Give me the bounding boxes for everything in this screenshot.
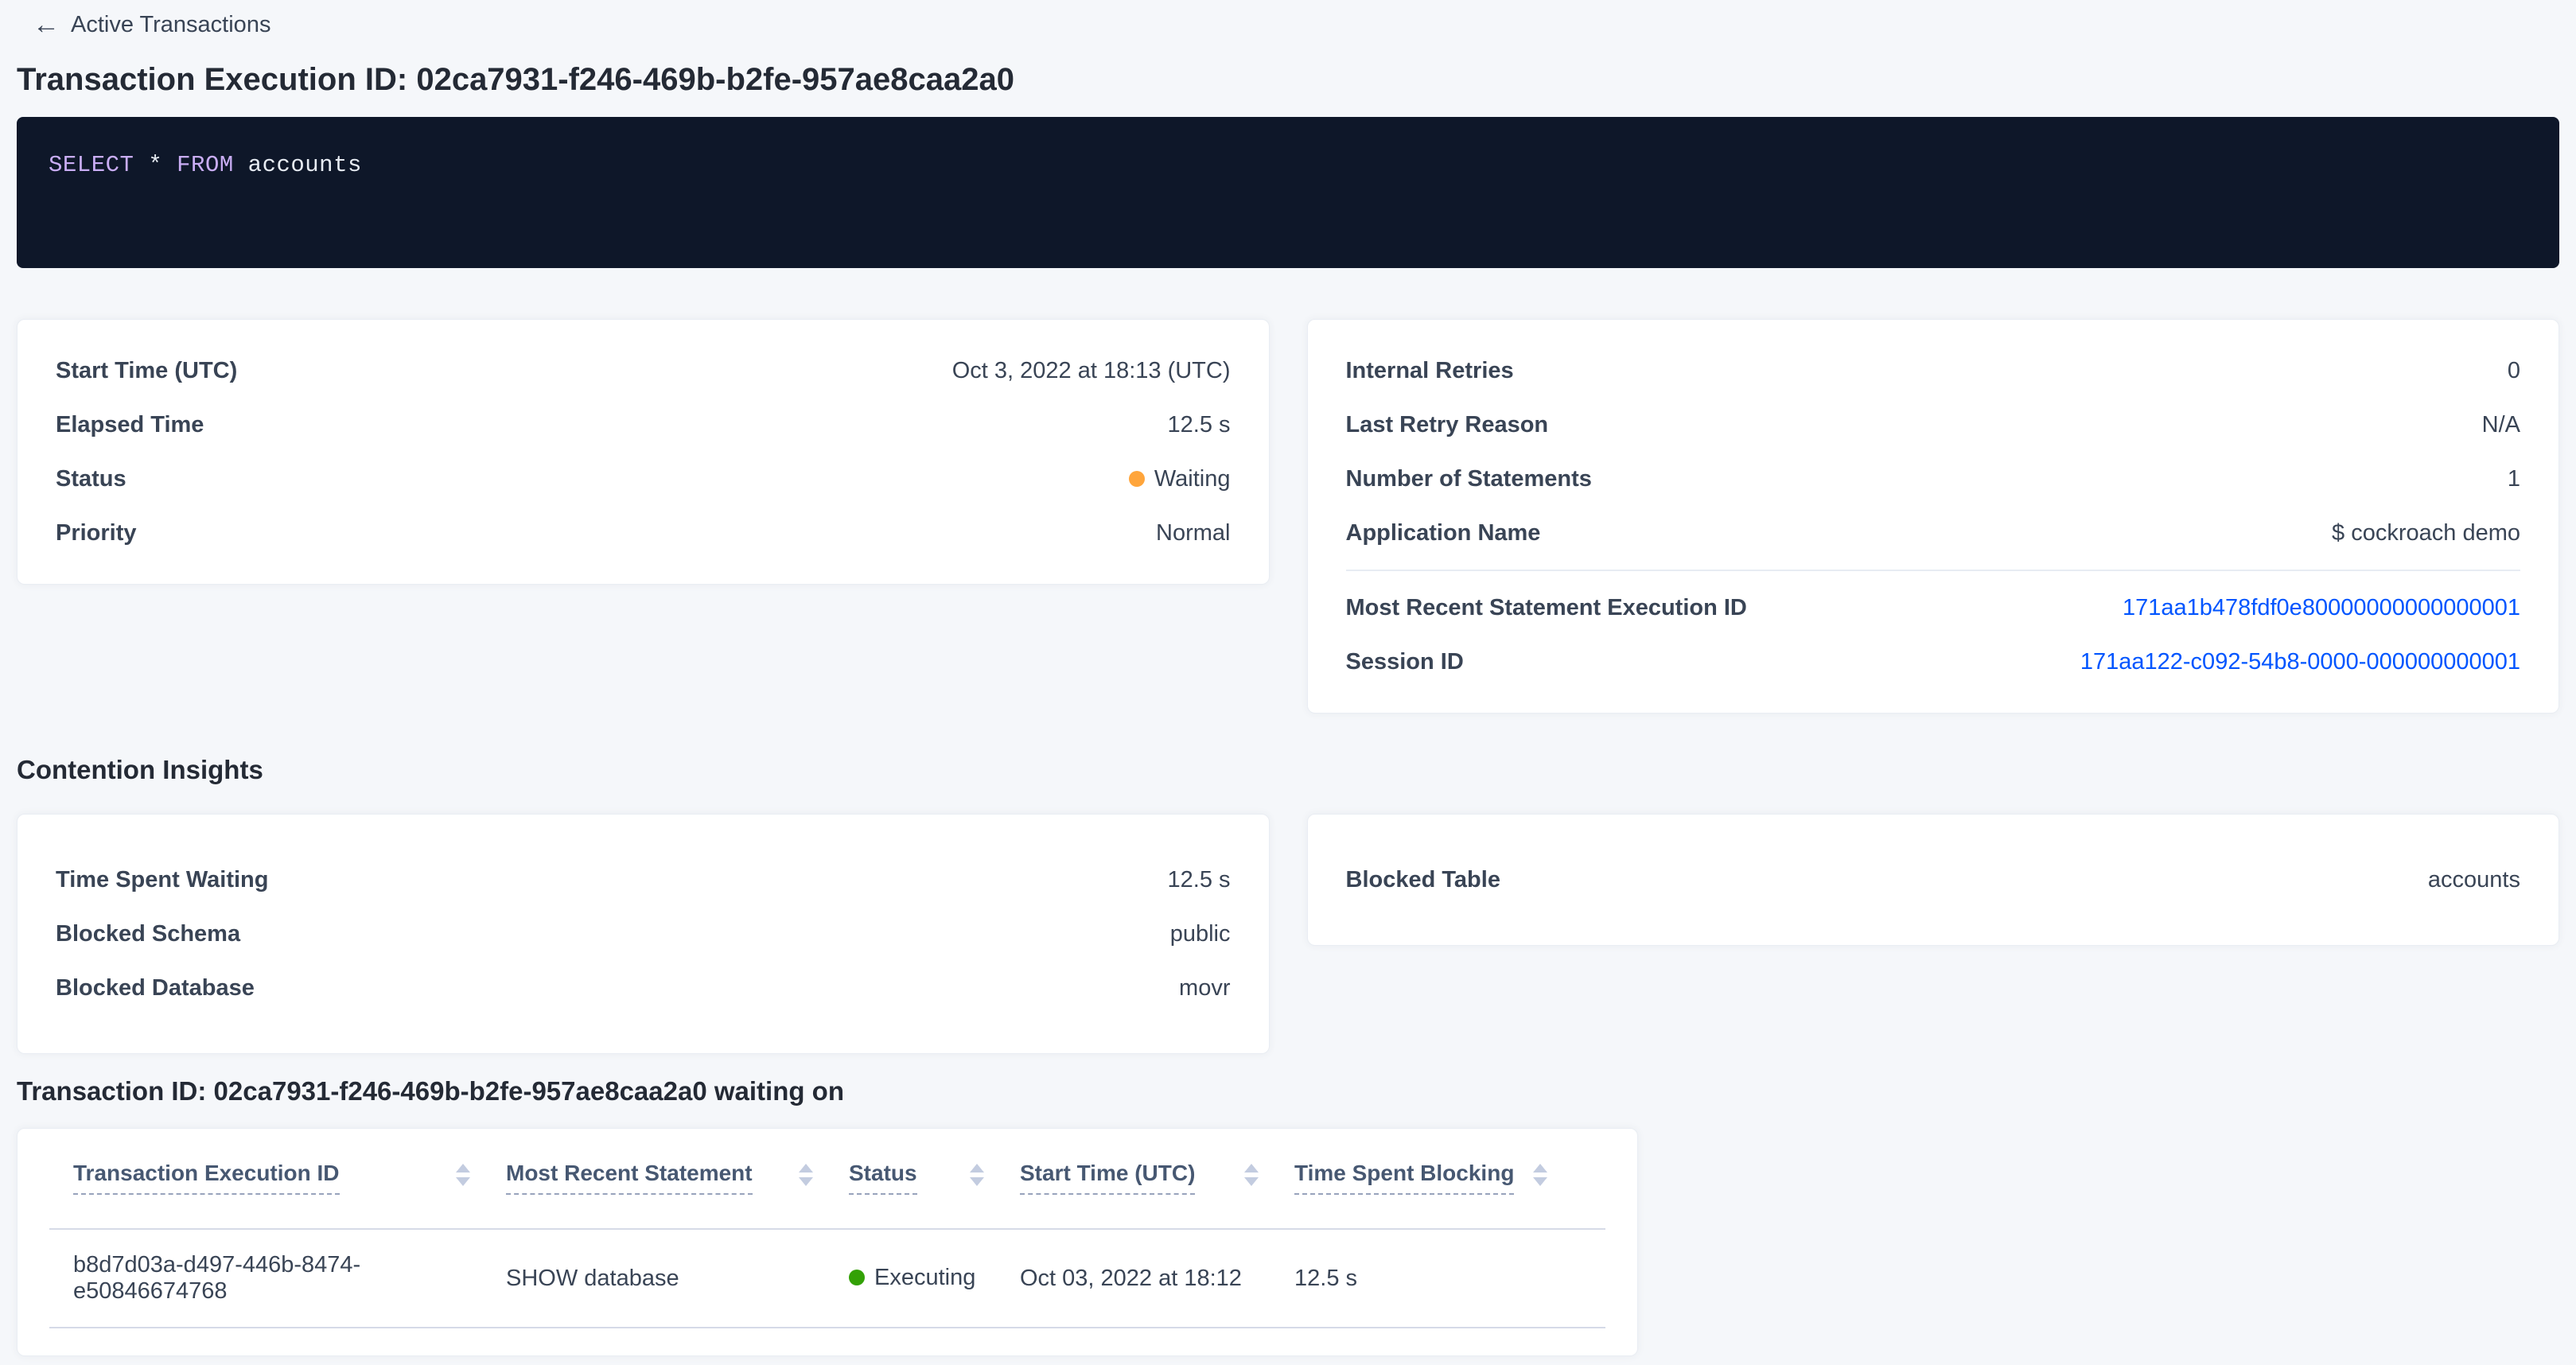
contention-insights-heading: Contention Insights: [17, 755, 2559, 785]
session-id-row: Session ID 171aa122-c092-54b8-0000-00000…: [1308, 635, 2559, 689]
transaction-details-card: Internal Retries 0 Last Retry Reason N/A…: [1307, 319, 2560, 714]
sql-star-operator: *: [148, 152, 162, 178]
column-header-most-recent-statement: Most Recent Statement: [506, 1161, 849, 1195]
transaction-overview-card: Start Time (UTC) Oct 3, 2022 at 18:13 (U…: [17, 319, 1270, 585]
cell-time-spent-blocking: 12.5 s: [1294, 1266, 1583, 1292]
cell-start-time: Oct 03, 2022 at 18:12: [1020, 1266, 1294, 1292]
blocked-database-row: Blocked Database movr: [18, 961, 1269, 1015]
last-retry-reason-row: Last Retry Reason N/A: [1308, 398, 2559, 452]
blocked-database-value: movr: [1179, 975, 1230, 1001]
application-name-row: Application Name $ cockroach demo: [1308, 506, 2559, 560]
column-header-start-time: Start Time (UTC): [1020, 1161, 1294, 1195]
column-header-transaction-execution-id: Transaction Execution ID: [49, 1161, 506, 1195]
page-title: Transaction Execution ID: 02ca7931-f246-…: [17, 62, 2559, 98]
card-divider: [1346, 570, 2521, 571]
sql-keyword-select: SELECT: [49, 152, 134, 178]
internal-retries-label: Internal Retries: [1346, 358, 1514, 384]
time-spent-waiting-label: Time Spent Waiting: [56, 867, 268, 893]
blocked-table-label: Blocked Table: [1346, 867, 1500, 893]
number-of-statements-label: Number of Statements: [1346, 466, 1592, 492]
statement-execution-id-row: Most Recent Statement Execution ID 171aa…: [1308, 581, 2559, 635]
start-time-value: Oct 3, 2022 at 18:13 (UTC): [952, 358, 1231, 384]
waiting-transactions-table: Transaction Execution ID Most Recent Sta…: [49, 1129, 1605, 1328]
session-id-link[interactable]: 171aa122-c092-54b8-0000-000000000001: [2080, 649, 2520, 675]
internal-retries-value: 0: [2508, 358, 2520, 384]
elapsed-time-value: 12.5 s: [1168, 412, 1231, 438]
last-retry-reason-label: Last Retry Reason: [1346, 412, 1549, 438]
status-label: Status: [56, 466, 126, 492]
blocked-schema-label: Blocked Schema: [56, 921, 240, 947]
elapsed-time-label: Elapsed Time: [56, 412, 204, 438]
blocked-table-value: accounts: [2428, 867, 2520, 893]
arrow-left-icon: ←: [33, 11, 60, 38]
table-row: b8d7d03a-d497-446b-8474-e50846674768 SHO…: [49, 1230, 1605, 1328]
sort-arrows-icon[interactable]: [1533, 1164, 1547, 1186]
column-header-time-spent-blocking: Time Spent Blocking: [1294, 1161, 1583, 1195]
status-row: Status Waiting: [18, 452, 1269, 506]
elapsed-time-row: Elapsed Time 12.5 s: [18, 398, 1269, 452]
cell-status: Executing: [849, 1265, 1020, 1293]
internal-retries-row: Internal Retries 0: [1308, 344, 2559, 398]
executing-status-dot-icon: [849, 1270, 865, 1285]
blocked-schema-row: Blocked Schema public: [18, 907, 1269, 961]
column-label: Time Spent Blocking: [1294, 1161, 1514, 1195]
transaction-details-page: ← Active Transactions Transaction Execut…: [0, 0, 2576, 1356]
waiting-on-heading: Transaction ID: 02ca7931-f246-469b-b2fe-…: [17, 1076, 2559, 1106]
time-spent-waiting-value: 12.5 s: [1168, 867, 1231, 893]
cell-most-recent-statement: SHOW database: [506, 1266, 849, 1292]
column-header-status: Status: [849, 1161, 1020, 1195]
column-label: Transaction Execution ID: [73, 1161, 340, 1195]
back-link-active-transactions[interactable]: ← Active Transactions: [33, 0, 270, 38]
priority-label: Priority: [56, 520, 137, 546]
sort-arrows-icon[interactable]: [970, 1164, 984, 1186]
start-time-row: Start Time (UTC) Oct 3, 2022 at 18:13 (U…: [18, 344, 1269, 398]
status-text: Waiting: [1154, 466, 1231, 492]
blocked-table-row: Blocked Table accounts: [1308, 853, 2559, 907]
time-spent-waiting-row: Time Spent Waiting 12.5 s: [18, 853, 1269, 907]
sort-arrows-icon[interactable]: [456, 1164, 470, 1186]
back-link-label: Active Transactions: [71, 12, 270, 38]
cell-transaction-execution-id: b8d7d03a-d497-446b-8474-e50846674768: [49, 1252, 506, 1305]
status-text: Executing: [874, 1265, 975, 1291]
sql-statement-box: SELECT * FROM accounts: [17, 117, 2559, 268]
blocked-database-label: Blocked Database: [56, 975, 255, 1001]
column-label: Start Time (UTC): [1020, 1161, 1195, 1195]
number-of-statements-value: 1: [2508, 466, 2520, 492]
column-label: Most Recent Statement: [506, 1161, 753, 1195]
session-id-label: Session ID: [1346, 649, 1464, 675]
application-name-value: $ cockroach demo: [2332, 520, 2520, 546]
sort-arrows-icon[interactable]: [1244, 1164, 1259, 1186]
priority-value: Normal: [1156, 520, 1230, 546]
last-retry-reason-value: N/A: [2482, 412, 2520, 438]
start-time-label: Start Time (UTC): [56, 358, 237, 384]
statement-execution-id-label: Most Recent Statement Execution ID: [1346, 595, 1747, 621]
sql-keyword-from: FROM: [177, 152, 234, 178]
blocked-schema-value: public: [1170, 921, 1231, 947]
waiting-status-dot-icon: [1129, 471, 1145, 487]
sql-table-name: accounts: [248, 152, 362, 178]
application-name-label: Application Name: [1346, 520, 1541, 546]
status-value: Waiting: [1129, 466, 1231, 492]
number-of-statements-row: Number of Statements 1: [1308, 452, 2559, 506]
blocked-table-card: Blocked Table accounts: [1307, 814, 2560, 946]
priority-row: Priority Normal: [18, 506, 1269, 560]
statement-execution-id-link[interactable]: 171aa1b478fdf0e80000000000000001: [2123, 595, 2520, 621]
column-label: Status: [849, 1161, 917, 1195]
contention-waiting-card: Time Spent Waiting 12.5 s Blocked Schema…: [17, 814, 1270, 1054]
waiting-transactions-table-card: Transaction Execution ID Most Recent Sta…: [17, 1128, 1638, 1356]
table-header-row: Transaction Execution ID Most Recent Sta…: [49, 1129, 1605, 1230]
sort-arrows-icon[interactable]: [799, 1164, 813, 1186]
